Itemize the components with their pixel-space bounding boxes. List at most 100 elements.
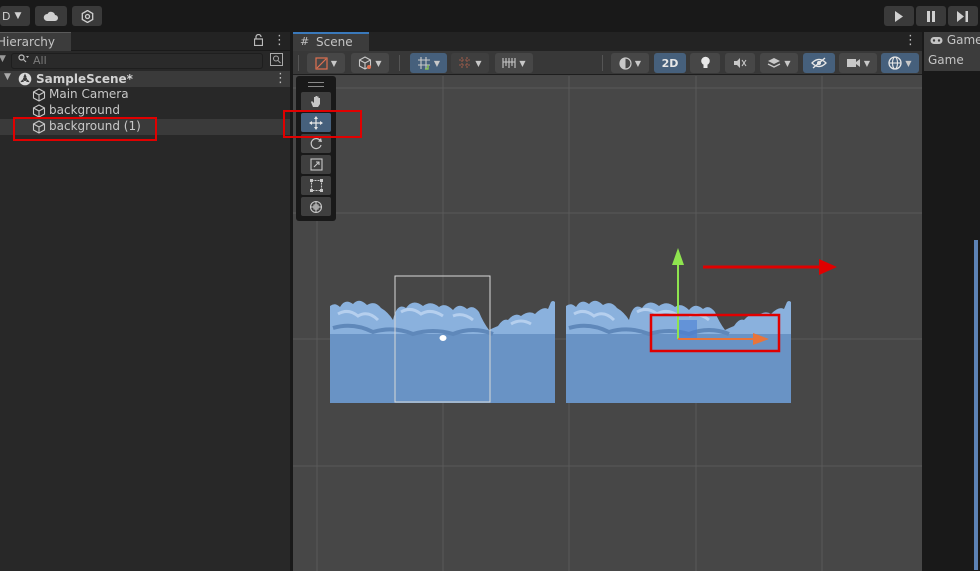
transform-tool[interactable] (301, 197, 331, 216)
play-button[interactable] (884, 6, 914, 26)
grid-axis-icon (417, 57, 430, 70)
scene-name: SampleScene* (36, 72, 133, 86)
background-sprite (330, 300, 555, 403)
transform-icon (309, 200, 323, 213)
kebab-menu-icon[interactable]: ⋮ (274, 71, 287, 86)
chevron-down-icon: ▼ (863, 58, 871, 68)
grid-snap-icon (459, 57, 472, 69)
hidden-objects-toggle[interactable] (803, 53, 835, 73)
chevron-down-icon: ▼ (14, 11, 22, 21)
grid-hash-icon: # (300, 35, 310, 48)
tab-scene[interactable]: # Scene (293, 32, 369, 51)
tab-hierarchy[interactable]: Hierarchy (0, 32, 71, 51)
account-dropdown[interactable]: D ▼ (0, 6, 30, 26)
game-tab-text: Game (946, 33, 980, 47)
game-tab-label: Game (930, 33, 980, 47)
annotation-arrowhead (819, 259, 837, 275)
step-icon (957, 10, 968, 22)
game-view-label: Game (928, 53, 964, 67)
step-button[interactable] (948, 6, 978, 26)
scene-panel: # Scene ⋮ ▼ ▼ ▼ ▼ ▼ ▼ 2D ▼ ▼ ▼ (293, 32, 922, 571)
game-display (924, 71, 980, 571)
hand-tool[interactable] (301, 92, 331, 111)
toolbar-separator (399, 55, 400, 71)
gizmos-dropdown[interactable]: ▼ (881, 53, 919, 73)
search-icon[interactable] (18, 54, 29, 66)
chevron-down-icon: ▼ (519, 58, 526, 68)
gizmo-globe-icon (888, 56, 903, 70)
annotation-highlight-box (13, 117, 157, 141)
hierarchy-panel: Hierarchy ⋮ ▼ ▼ SampleScene* ⋮ Main Came… (0, 32, 290, 571)
grid-snap-dropdown[interactable]: ▼ (451, 53, 489, 73)
scale-icon (309, 158, 323, 171)
audio-mute-icon (734, 58, 747, 68)
cloud-button[interactable] (35, 6, 67, 26)
camera-icon (846, 59, 860, 67)
rect-transform-icon (309, 179, 323, 192)
hierarchy-item[interactable]: Main Camera (0, 87, 290, 103)
tool-palette (296, 76, 336, 221)
chevron-down-icon: ▼ (330, 58, 338, 68)
lock-icon[interactable] (253, 33, 264, 49)
hierarchy-tab-label: Hierarchy (0, 35, 56, 49)
audio-toggle[interactable] (725, 53, 755, 73)
gameobject-cube-icon (32, 104, 46, 118)
pause-button[interactable] (916, 6, 946, 26)
shading-mode-dropdown[interactable]: ▼ (611, 53, 649, 73)
scale-tool[interactable] (301, 155, 331, 174)
main-toolbar: D ▼ (0, 0, 980, 32)
pause-icon (927, 10, 935, 22)
lightbulb-icon (700, 56, 710, 68)
tab-game[interactable]: Game (924, 32, 980, 51)
rect-tool[interactable] (301, 176, 331, 195)
gamepad-icon (930, 37, 943, 44)
scene-viewport[interactable] (293, 76, 922, 571)
search-input[interactable] (33, 52, 233, 68)
lighting-toggle[interactable] (690, 53, 720, 73)
ruler-icon (502, 58, 516, 68)
game-view-dropdown[interactable]: Game (924, 51, 980, 71)
scene-tab-label: Scene (316, 35, 353, 49)
toolbar-separator (602, 55, 603, 71)
layers-icon (768, 58, 781, 68)
draw-mode-dropdown[interactable]: ▼ (307, 53, 345, 73)
cloud-icon (43, 11, 58, 21)
scene-toolbar: ▼ ▼ ▼ ▼ ▼ ▼ 2D ▼ ▼ ▼ (293, 51, 922, 75)
services-button[interactable] (72, 6, 102, 26)
chevron-down-icon: ▼ (634, 58, 642, 68)
filter-icon[interactable] (270, 53, 283, 69)
camera-dropdown[interactable]: ▼ (839, 53, 877, 73)
pivot-global-dropdown[interactable]: ▼ (410, 53, 447, 73)
play-icon (895, 10, 903, 22)
cube-shading-icon (359, 56, 372, 70)
hand-icon (311, 96, 320, 107)
scene-view-canvas (293, 76, 922, 571)
unity-scene-icon (18, 72, 32, 86)
gear-icon (81, 9, 93, 23)
game-panel: Game Game (922, 32, 980, 571)
increment-snap-dropdown[interactable]: ▼ (495, 53, 533, 73)
chevron-down-icon[interactable]: ▼ (0, 54, 6, 64)
annotation-highlight-box (283, 110, 362, 138)
shading-dropdown[interactable]: ▼ (351, 53, 389, 73)
game-render-preview (974, 240, 978, 570)
effects-dropdown[interactable]: ▼ (760, 53, 798, 73)
chevron-down-icon: ▼ (784, 58, 791, 68)
eye-hidden-icon (811, 57, 827, 69)
scene-tabbar: # Scene ⋮ (293, 32, 922, 51)
kebab-menu-icon[interactable]: ⋮ (273, 33, 286, 48)
hierarchy-search-row: ▼ (0, 51, 290, 71)
chevron-down-icon: ▼ (375, 58, 382, 68)
draw-mode-icon (315, 56, 328, 70)
hierarchy-tabbar: Hierarchy ⋮ (0, 32, 290, 51)
kebab-menu-icon[interactable]: ⋮ (904, 33, 917, 48)
expand-caret-icon[interactable]: ▼ (4, 72, 11, 82)
account-label: D (2, 9, 11, 23)
2d-toggle[interactable]: 2D (654, 53, 686, 73)
toolbar-separator (298, 55, 299, 71)
chevron-down-icon: ▼ (905, 58, 912, 68)
drag-handle-icon[interactable] (308, 82, 324, 87)
chevron-down-icon: ▼ (433, 58, 441, 68)
scene-row[interactable]: ▼ SampleScene* ⋮ (0, 71, 290, 87)
pivot-marker (439, 335, 447, 341)
